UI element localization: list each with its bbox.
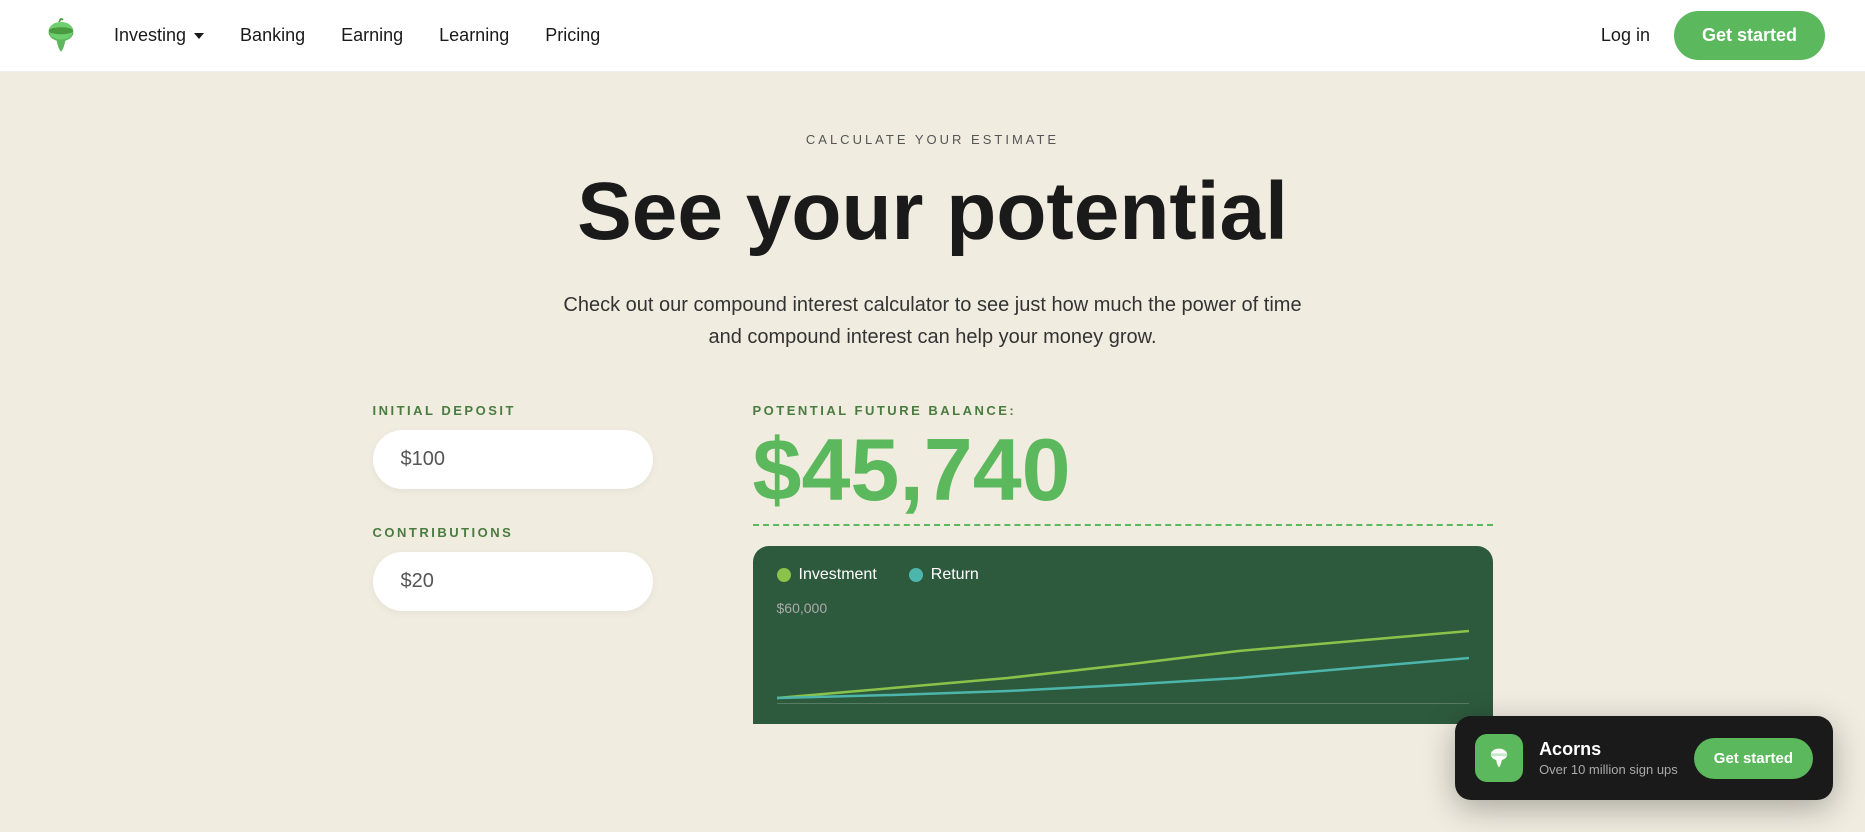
login-button[interactable]: Log in (1601, 25, 1650, 46)
nav-learning-label: Learning (439, 25, 509, 46)
potential-label: POTENTIAL FUTURE BALANCE: (753, 403, 1493, 418)
toast-cta-button[interactable]: Get started (1694, 738, 1813, 779)
return-label: Return (931, 566, 979, 584)
toast-icon (1475, 734, 1523, 782)
contributions-label: CONTRIBUTIONS (373, 525, 693, 540)
nav-item-pricing[interactable]: Pricing (545, 25, 600, 46)
logo[interactable] (40, 15, 82, 57)
nav-item-banking[interactable]: Banking (240, 25, 305, 46)
toast-title: Acorns (1539, 739, 1678, 760)
nav-links: Investing Banking Earning Learning Prici… (114, 25, 1601, 46)
potential-amount: $45,740 (753, 426, 1493, 514)
chart-container: Investment Return $60,000 (753, 546, 1493, 724)
right-panel: POTENTIAL FUTURE BALANCE: $45,740 Invest… (753, 403, 1493, 724)
hero-title: See your potential (40, 167, 1825, 257)
left-panel: INITIAL DEPOSIT CONTRIBUTIONS (373, 403, 693, 647)
nav-earning-label: Earning (341, 25, 403, 46)
nav-right: Log in Get started (1601, 11, 1825, 60)
dashed-divider (753, 524, 1493, 526)
contributions-input[interactable] (373, 552, 653, 611)
return-dot (909, 568, 923, 582)
get-started-nav-button[interactable]: Get started (1674, 11, 1825, 60)
legend-investment: Investment (777, 566, 877, 584)
nav-item-learning[interactable]: Learning (439, 25, 509, 46)
nav-pricing-label: Pricing (545, 25, 600, 46)
chart-y-label: $60,000 (777, 600, 1469, 616)
nav-item-investing[interactable]: Investing (114, 25, 204, 46)
nav-banking-label: Banking (240, 25, 305, 46)
calculate-label: CALCULATE YOUR ESTIMATE (40, 132, 1825, 147)
navbar: Investing Banking Earning Learning Prici… (0, 0, 1865, 72)
nav-investing-label: Investing (114, 25, 186, 46)
toast-text: Acorns Over 10 million sign ups (1539, 739, 1678, 777)
investment-dot (777, 568, 791, 582)
initial-deposit-label: INITIAL DEPOSIT (373, 403, 693, 418)
legend-return: Return (909, 566, 979, 584)
chart-legend: Investment Return (777, 566, 1469, 584)
investment-label: Investment (799, 566, 877, 584)
chevron-down-icon (194, 33, 204, 39)
hero-description: Check out our compound interest calculat… (563, 289, 1303, 353)
chart-bar-area (777, 624, 1469, 704)
calculator-area: INITIAL DEPOSIT CONTRIBUTIONS POTENTIAL … (333, 403, 1533, 724)
toast-notification: Acorns Over 10 million sign ups Get star… (1455, 716, 1833, 800)
toast-subtitle: Over 10 million sign ups (1539, 762, 1678, 777)
initial-deposit-input[interactable] (373, 430, 653, 489)
nav-item-earning[interactable]: Earning (341, 25, 403, 46)
